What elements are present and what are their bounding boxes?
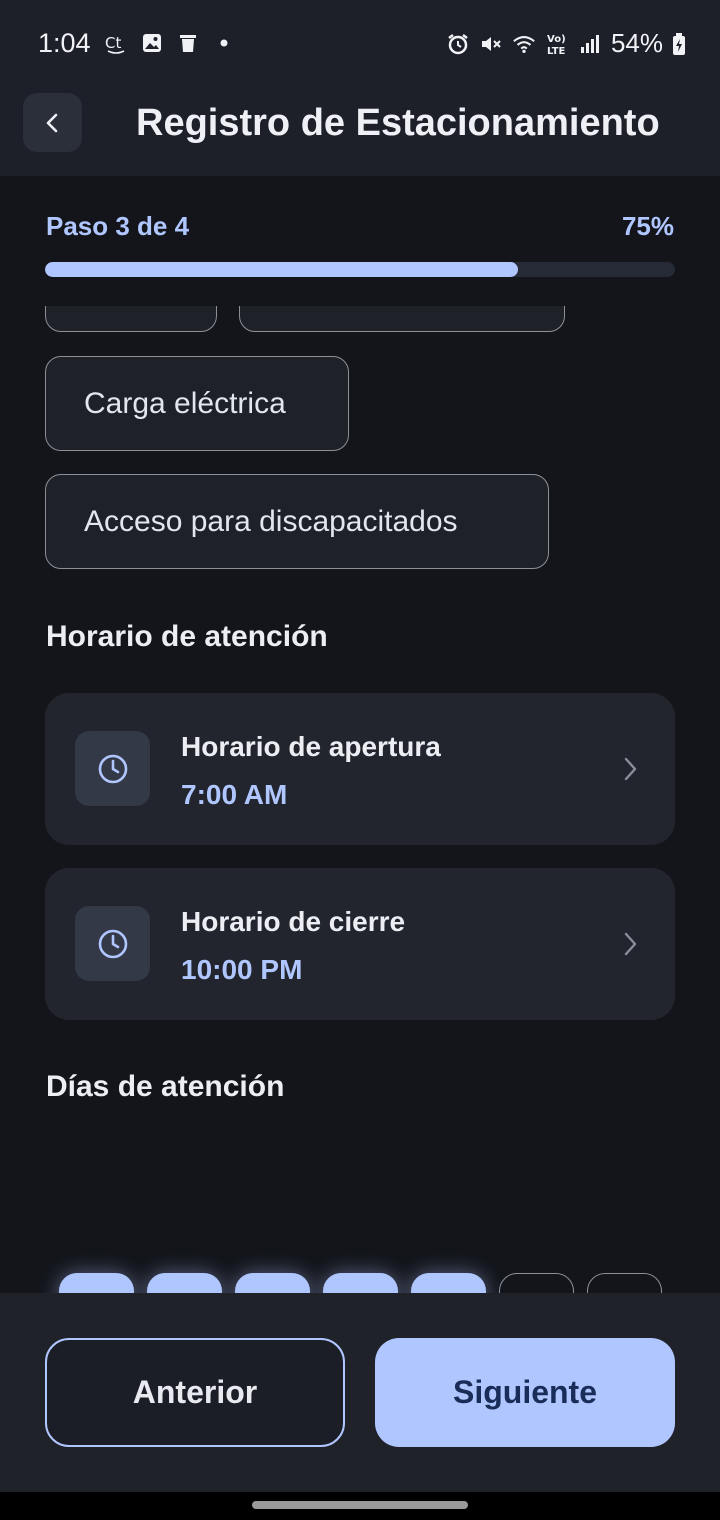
form-content: Paso 3 de 4 75% Carga eléctrica Acceso p…	[0, 176, 720, 1293]
svg-text:LTE: LTE	[547, 46, 566, 57]
carrier-ct-icon: Ct	[104, 30, 128, 56]
progress-fill	[45, 262, 518, 277]
chevron-left-icon	[46, 113, 57, 132]
trash-icon	[176, 30, 200, 56]
clock-icon-box	[75, 731, 150, 806]
svg-text:Ct: Ct	[105, 34, 121, 52]
step-indicator: Paso 3 de 4 75%	[46, 211, 674, 242]
closing-time-value: 10:00 PM	[181, 954, 303, 985]
status-system-icons: Vo) LTE 54%	[446, 28, 686, 59]
closing-time-card[interactable]: Horario de cierre 10:00 PM	[45, 868, 675, 1020]
step-text: Paso 3 de 4	[46, 211, 190, 241]
progress-percent: 75%	[621, 211, 674, 241]
system-nav-bar	[0, 1492, 720, 1520]
opening-time-value: 7:00 AM	[181, 779, 288, 810]
days-section-title: Días de atención	[46, 1070, 285, 1103]
day-toggle-l[interactable]: L	[59, 1273, 134, 1293]
clock-icon	[98, 929, 127, 958]
opening-time-card[interactable]: Horario de apertura 7:00 AM	[45, 693, 675, 845]
image-icon	[140, 30, 164, 56]
alarm-icon	[446, 31, 470, 57]
amenity-chip-partial[interactable]	[45, 306, 217, 332]
day-toggle-s[interactable]: S	[499, 1273, 574, 1293]
status-time: 1:04	[38, 28, 91, 58]
amenity-chip-electric-charging[interactable]: Carga eléctrica	[45, 356, 349, 451]
day-toggle-x[interactable]: X	[235, 1273, 310, 1293]
clock-icon-box	[75, 906, 150, 981]
progress-bar	[45, 262, 675, 277]
wifi-icon	[512, 31, 536, 57]
bottom-action-bar: Anterior Siguiente	[0, 1293, 720, 1492]
chevron-right-icon	[624, 932, 637, 956]
amenity-chip-accessibility[interactable]: Acceso para discapacitados	[45, 474, 549, 569]
status-bar: 1:04 Ct Vo) LTE 54%	[0, 0, 720, 88]
day-toggle-j[interactable]: J	[323, 1273, 398, 1293]
schedule-section-title: Horario de atención	[46, 620, 328, 653]
closing-time-label: Horario de cierre	[181, 906, 406, 937]
app-bar: Registro de Estacionamiento	[0, 88, 720, 176]
battery-percent: 54%	[610, 28, 663, 58]
battery-icon	[672, 31, 686, 57]
dot-icon	[212, 30, 236, 56]
mute-icon	[479, 31, 503, 57]
amenity-chip-partial[interactable]	[239, 306, 565, 332]
chevron-right-icon	[624, 757, 637, 781]
volte-icon: Vo) LTE	[545, 31, 569, 57]
previous-button[interactable]: Anterior	[45, 1338, 345, 1447]
next-button[interactable]: Siguiente	[375, 1338, 675, 1447]
svg-text:Vo): Vo)	[547, 34, 566, 45]
day-toggle-d[interactable]: D	[587, 1273, 662, 1293]
back-button[interactable]	[23, 93, 82, 152]
scroll-area[interactable]: Carga eléctrica Acceso para discapacitad…	[0, 306, 720, 1293]
clock-icon	[98, 754, 127, 783]
day-toggle-v[interactable]: V	[411, 1273, 486, 1293]
page-title: Registro de Estacionamiento	[136, 102, 660, 144]
day-toggle-m[interactable]: M	[147, 1273, 222, 1293]
opening-time-label: Horario de apertura	[181, 731, 441, 762]
signal-icon	[578, 31, 602, 57]
status-notification-icons: Ct	[104, 30, 236, 56]
home-indicator[interactable]	[252, 1501, 468, 1509]
